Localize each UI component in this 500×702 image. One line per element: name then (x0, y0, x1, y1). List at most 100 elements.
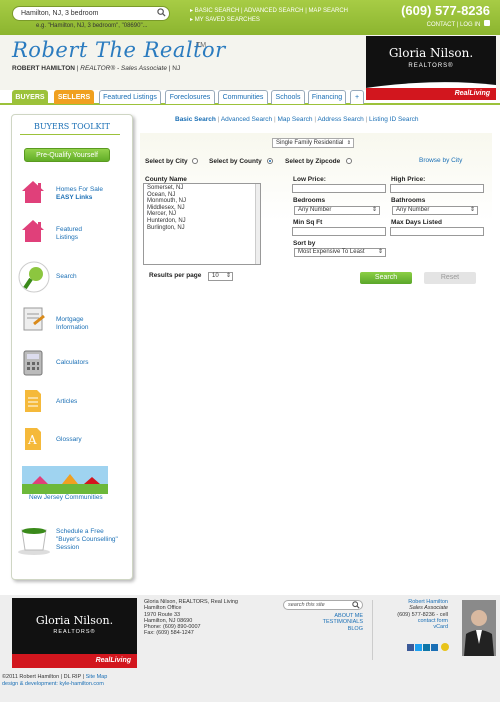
list-item[interactable]: Somerset, NJ (147, 185, 257, 192)
by-zip-radio[interactable] (346, 158, 352, 164)
site-logo[interactable]: Robert The Realtor (12, 38, 226, 62)
rss-icon[interactable] (484, 20, 490, 26)
quick-search-input[interactable]: Hamilton, NJ, 3 bedroom (12, 6, 170, 21)
bedrooms-select[interactable]: Any Number ⇕ (294, 206, 380, 215)
basic-search-link[interactable]: BASIC SEARCH (195, 8, 240, 14)
brand-tag-bar: RealLiving (366, 82, 496, 100)
account-links: CONTACT | LOG IN (427, 20, 490, 28)
select-arrows-icon: ⇕ (469, 207, 475, 213)
sidebar-item-articles[interactable]: Articles (56, 398, 77, 406)
tab-advanced-search[interactable]: Advanced Search (221, 116, 272, 123)
tab-map-search[interactable]: Map Search (277, 116, 312, 123)
by-county-radio[interactable] (267, 158, 273, 164)
sidebar-item-mortgage[interactable]: Mortgage Information (56, 316, 89, 332)
sidebar-item-calculators[interactable]: Calculators (56, 359, 89, 367)
sidebar-item-homes-for-sale[interactable]: Homes For Sale EASY Links (56, 186, 103, 202)
magnifier-icon[interactable] (17, 260, 51, 294)
document-icon[interactable] (22, 306, 46, 332)
house-icon[interactable] (20, 179, 46, 205)
reset-button[interactable]: Reset (424, 272, 476, 284)
list-item[interactable]: Ocean, NJ (147, 192, 257, 199)
coffee-cup-icon[interactable] (16, 522, 52, 556)
sort-by-select[interactable]: Most Expensive To Least ⇕ (294, 248, 386, 257)
copyright: ©2011 Robert Hamilton (2, 674, 60, 680)
twitter-icon[interactable] (415, 644, 422, 651)
site-search-placeholder: search this site (288, 602, 325, 608)
listbox-scrollbar[interactable] (255, 184, 260, 264)
map-search-link[interactable]: MAP SEARCH (308, 8, 348, 14)
agent-state: NJ (172, 65, 181, 72)
sidebar-item-glossary[interactable]: Glossary (56, 436, 82, 444)
tab-featured-listings[interactable]: Featured Listings (99, 90, 161, 104)
item-label-2: Listings (56, 234, 79, 241)
tab-sellers[interactable]: SELLERS (54, 90, 94, 104)
min-sqft-input[interactable] (292, 227, 386, 236)
select-arrows-icon: ⇕ (346, 140, 351, 146)
bathrooms-select[interactable]: Any Number ⇕ (392, 206, 478, 215)
high-price-input[interactable] (390, 184, 484, 193)
item-label: Schedule a Free (56, 528, 104, 535)
footer-brand-tag-bar: RealLiving (12, 654, 137, 668)
prequalify-button[interactable]: Pre-Qualify Yourself (24, 148, 110, 162)
dl-rip: DL RIP (63, 674, 82, 680)
tab-schools[interactable]: Schools (271, 90, 305, 104)
toolkit-title: BUYERS TOOLKIT (33, 122, 111, 131)
sidebar-item-communities[interactable]: New Jersey Communities (29, 494, 103, 502)
blog-link[interactable]: BLOG (330, 626, 363, 632)
glossary-icon[interactable]: A (23, 426, 43, 452)
social-icon[interactable] (431, 644, 438, 651)
tab-financing[interactable]: Financing (308, 90, 346, 104)
bedrooms-label: Bedrooms (293, 197, 326, 204)
saved-searches-link[interactable]: MY SAVED SEARCHES (195, 17, 260, 23)
badge-icon[interactable] (441, 643, 449, 651)
tab-address-search[interactable]: Address Search (317, 116, 363, 123)
login-link[interactable]: LOG IN (460, 22, 480, 28)
sidebar-item-counselling[interactable]: Schedule a Free "Buyer's Counselling" Sess… (56, 528, 118, 552)
footer-fax: Fax: (609) 584-1247 (144, 630, 194, 637)
sidebar-item-featured-listings[interactable]: Featured Listings (56, 226, 82, 242)
facebook-icon[interactable] (407, 644, 414, 651)
list-item[interactable]: Hunterdon, NJ (147, 218, 257, 225)
contact-link[interactable]: CONTACT (427, 22, 455, 28)
copyright-line: ©2011 Robert Hamilton | DL RIP | Site Ma… (2, 674, 108, 680)
linkedin-icon[interactable] (423, 644, 430, 651)
list-item[interactable]: Burlington, NJ (147, 225, 257, 232)
bedrooms-value: Any Number (298, 207, 332, 213)
list-item[interactable]: Middlesex, NJ (147, 205, 257, 212)
browse-city-link[interactable]: Browse by City (419, 157, 462, 164)
low-price-input[interactable] (292, 184, 386, 193)
divider (20, 134, 120, 135)
by-zip-label: Select by Zipcode (285, 158, 341, 165)
communities-banner-icon[interactable] (22, 466, 108, 494)
tab-listing-id-search[interactable]: Listing ID Search (369, 116, 419, 123)
footer-address: Gloria Nilson, REALTORS, Real Living Ham… (144, 599, 238, 637)
property-type-select[interactable]: Single Family Residential ⇕ (272, 138, 354, 148)
tab-more[interactable]: + (350, 90, 364, 104)
list-item[interactable]: Monmouth, NJ (147, 198, 257, 205)
tab-communities[interactable]: Communities (218, 90, 268, 104)
calculator-icon[interactable] (23, 350, 43, 376)
search-button[interactable]: Search (360, 272, 412, 284)
by-city-radio[interactable] (192, 158, 198, 164)
results-per-page-select[interactable]: 10 ⇕ (208, 272, 233, 281)
site-map-link[interactable]: Site Map (86, 674, 108, 680)
item-label: Mortgage (56, 316, 84, 323)
design-credit[interactable]: design & development: kyle-hamilton.com (2, 681, 104, 687)
vcard-link[interactable]: vCard (380, 624, 448, 630)
list-item[interactable]: Mercer, NJ (147, 211, 257, 218)
tab-foreclosures[interactable]: Foreclosures (165, 90, 215, 104)
advanced-search-link[interactable]: ADVANCED SEARCH (244, 8, 304, 14)
county-listbox[interactable]: Somerset, NJ Ocean, NJ Monmouth, NJ Midd… (143, 183, 261, 265)
search-icon[interactable] (157, 8, 166, 17)
tab-buyers[interactable]: BUYERS (12, 90, 48, 104)
search-icon[interactable] (352, 601, 360, 609)
house-icon[interactable] (20, 218, 46, 244)
article-icon[interactable] (23, 388, 43, 414)
footer-brand-logo: Gloria Nilson. REALTORS® (12, 598, 137, 654)
high-price-label: High Price: (391, 176, 426, 183)
max-days-input[interactable] (390, 227, 484, 236)
tab-basic-search[interactable]: Basic Search (175, 116, 216, 123)
sidebar-item-search[interactable]: Search (56, 273, 77, 281)
testimonials-link[interactable]: TESTIMONIALS (320, 619, 363, 625)
site-search-input[interactable]: search this site (283, 600, 363, 610)
